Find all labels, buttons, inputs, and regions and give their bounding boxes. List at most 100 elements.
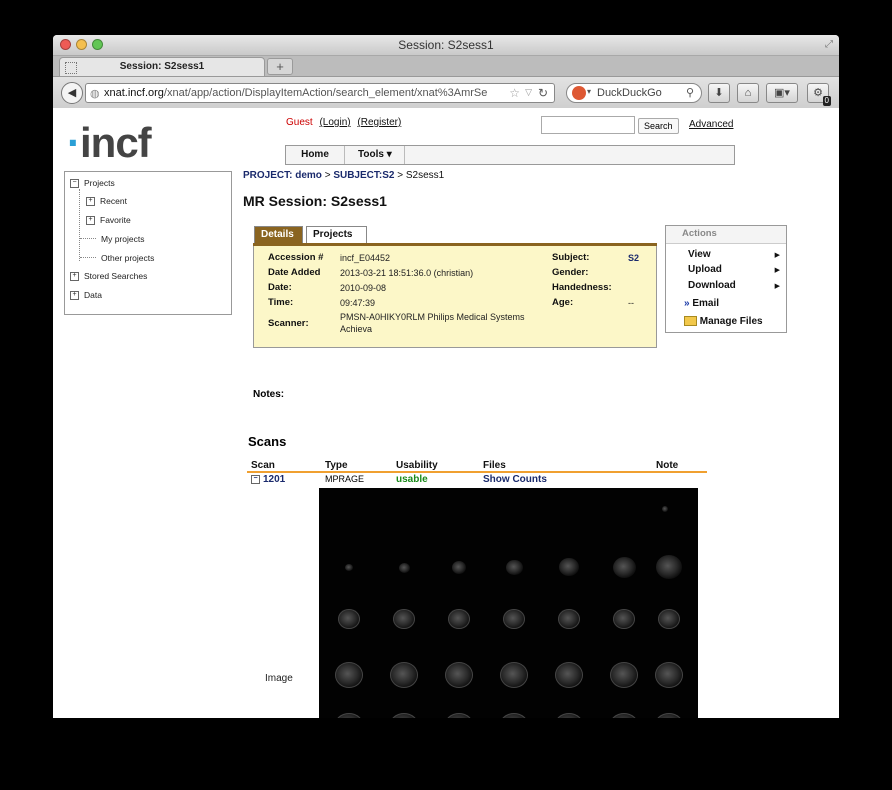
sidebar-item-data[interactable]: + Data <box>70 290 102 301</box>
site-search-button[interactable]: Search <box>638 118 679 134</box>
mri-slice <box>334 713 364 718</box>
new-tab-button[interactable]: + <box>267 58 293 75</box>
browser-tab[interactable]: Session: S2sess1 <box>59 57 265 76</box>
action-manage-files-label: Manage Files <box>699 316 763 327</box>
menu-home[interactable]: Home <box>292 149 338 160</box>
mri-slice <box>499 713 529 718</box>
sidebar-item-other-projects[interactable]: Other projects <box>101 253 154 263</box>
url-bar[interactable]: ◍ xnat.incf.org/xnat/app/action/DisplayI… <box>85 83 555 103</box>
history-dropdown-icon[interactable]: ▽ <box>525 87 532 98</box>
mri-slice <box>559 558 579 577</box>
engine-dropdown-icon[interactable]: ▾ <box>587 87 591 96</box>
mri-slice <box>612 556 636 578</box>
action-view[interactable]: View <box>688 249 711 260</box>
search-icon[interactable]: ⚲ <box>686 86 694 99</box>
register-link[interactable]: (Register) <box>357 117 401 128</box>
scans-heading: Scans <box>248 434 287 449</box>
login-link[interactable]: (Login) <box>319 117 350 128</box>
scan-id[interactable]: −1201 <box>251 474 285 485</box>
col-header-scan: Scan <box>251 460 275 471</box>
folder-icon <box>684 316 697 327</box>
expand-icon[interactable]: + <box>86 197 95 207</box>
header-rule <box>247 471 707 473</box>
submenu-arrow-icon: ▶ <box>774 252 780 259</box>
action-download[interactable]: Download <box>688 280 736 291</box>
tab-details[interactable]: Details <box>254 226 303 243</box>
accession-label: Accession # <box>268 252 324 263</box>
notes-label: Notes: <box>253 389 285 400</box>
user-status: Guest (Login) (Register) <box>286 117 401 128</box>
col-header-usability: Usability <box>396 460 438 471</box>
email-arrow-icon: » <box>684 298 690 309</box>
mri-slice <box>505 559 523 576</box>
date-added-label: Date Added <box>268 267 321 278</box>
collapse-icon[interactable]: − <box>70 179 79 189</box>
back-button[interactable]: ◀ <box>61 82 83 104</box>
bookmarks-menu-button[interactable]: ▣▾ <box>766 83 798 103</box>
globe-icon: ◍ <box>90 88 100 100</box>
mri-slice <box>389 713 419 718</box>
navigation-bar: ◀ ◍ xnat.incf.org/xnat/app/action/Displa… <box>53 77 839 109</box>
subject-link[interactable]: S2 <box>628 253 639 263</box>
advanced-search-link[interactable]: Advanced <box>689 119 733 130</box>
sidebar-tree: − Projects + Recent + Favorite My projects … <box>64 171 232 315</box>
breadcrumb: PROJECT: demo > SUBJECT:S2 > S2sess1 <box>243 170 444 181</box>
collapse-icon[interactable]: − <box>251 474 260 484</box>
breadcrumb-separator: > <box>397 170 404 181</box>
breadcrumb-project-link[interactable]: PROJECT: demo <box>243 170 322 181</box>
duckduckgo-icon[interactable] <box>572 86 586 100</box>
menu-tools[interactable]: Tools ▾ <box>358 149 392 160</box>
scanner-label: Scanner: <box>268 318 309 329</box>
show-counts-link[interactable]: Show Counts <box>483 474 547 485</box>
mri-slice <box>609 713 639 718</box>
mri-slice <box>393 609 415 630</box>
breadcrumb-separator: > <box>324 170 331 181</box>
mri-slice <box>338 609 360 630</box>
sidebar-item-recent[interactable]: + Recent <box>86 196 127 207</box>
addon-button[interactable]: ⚙ 0 <box>807 83 831 106</box>
browser-window: Session: S2sess1 ⤢ Session: S2sess1 + ◀ … <box>53 35 839 718</box>
accession-value: incf_E04452 <box>340 253 391 263</box>
action-email[interactable]: » Email <box>684 298 719 309</box>
breadcrumb-subject-link[interactable]: SUBJECT:S2 <box>333 170 394 181</box>
col-header-note: Note <box>656 460 679 471</box>
logo-text: incf <box>80 119 152 166</box>
date-added-value: 2013-03-21 18:51:36.0 (christian) <box>340 268 474 278</box>
tree-line <box>79 189 81 261</box>
mri-montage-image[interactable] <box>319 488 698 718</box>
submenu-arrow-icon: ▶ <box>774 267 780 274</box>
expand-icon[interactable]: + <box>70 291 79 301</box>
downloads-button[interactable]: ⬇ <box>708 83 730 103</box>
mri-slice <box>500 662 528 688</box>
mri-slice <box>445 662 473 688</box>
expand-icon[interactable]: + <box>70 272 79 282</box>
search-bar[interactable]: ▾ DuckDuckGo ⚲ <box>566 83 702 103</box>
reload-icon[interactable]: ↻ <box>538 86 548 100</box>
mri-slice <box>452 561 466 574</box>
sidebar-item-favorite[interactable]: + Favorite <box>86 215 131 226</box>
mri-slice <box>448 609 470 630</box>
details-panel: Accession # incf_E04452 Date Added 2013-… <box>253 246 657 348</box>
incf-logo[interactable]: ·incf <box>67 119 152 167</box>
sidebar-item-projects[interactable]: − Projects <box>70 178 115 189</box>
main-menu: Home Tools ▾ <box>285 145 735 165</box>
home-button[interactable]: ⌂ <box>737 83 759 103</box>
site-search-input[interactable] <box>541 116 635 134</box>
action-manage-files[interactable]: Manage Files <box>684 316 763 327</box>
fullscreen-icon[interactable]: ⤢ <box>825 39 833 50</box>
action-email-label: Email <box>692 298 720 309</box>
gender-label: Gender: <box>552 267 589 278</box>
date-value: 2010-09-08 <box>340 283 387 293</box>
page-content: ·incf Guest (Login) (Register) Search Ad… <box>53 108 839 718</box>
date-label: Date: <box>268 282 292 293</box>
action-upload[interactable]: Upload <box>688 264 722 275</box>
bookmark-star-icon[interactable]: ☆ <box>509 86 520 100</box>
col-header-type: Type <box>325 460 348 471</box>
menu-divider <box>404 146 405 164</box>
tab-projects[interactable]: Projects <box>306 226 367 243</box>
sidebar-item-stored-searches[interactable]: + Stored Searches <box>70 271 147 282</box>
expand-icon[interactable]: + <box>86 216 95 226</box>
sidebar-item-my-projects[interactable]: My projects <box>101 234 144 244</box>
scan-usability: usable <box>396 474 428 485</box>
mri-slice <box>656 555 682 579</box>
